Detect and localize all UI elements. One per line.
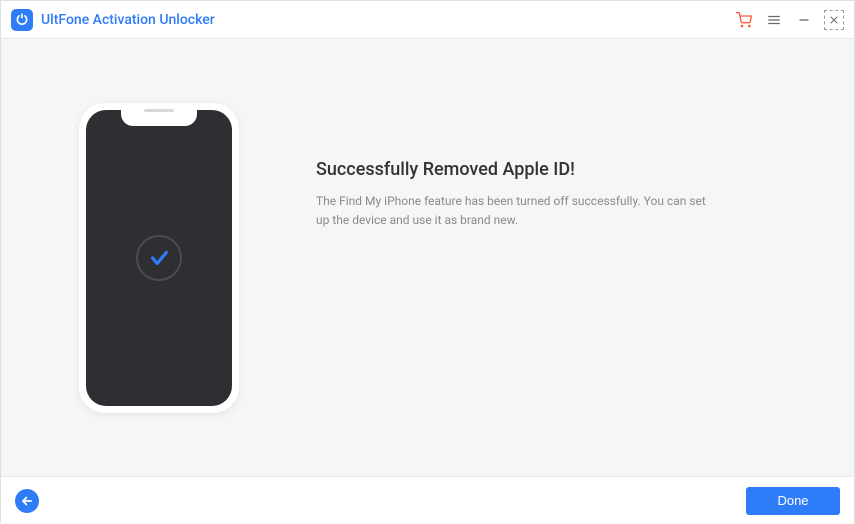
titlebar: UltFone Activation Unlocker — [1, 1, 854, 39]
phone-illustration — [61, 103, 256, 413]
phone-screen — [86, 110, 232, 406]
app-logo-icon — [11, 9, 33, 31]
success-message-block: Successfully Removed Apple ID! The Find … — [256, 159, 794, 230]
arrow-left-icon — [20, 494, 34, 508]
main-content: Successfully Removed Apple ID! The Find … — [1, 39, 854, 476]
footer: Done — [1, 476, 854, 524]
success-description: The Find My iPhone feature has been turn… — [316, 192, 706, 230]
titlebar-controls — [734, 10, 844, 30]
done-button-label: Done — [777, 493, 808, 508]
phone-frame — [79, 103, 239, 413]
menu-icon[interactable] — [764, 10, 784, 30]
minimize-icon[interactable] — [794, 10, 814, 30]
titlebar-left: UltFone Activation Unlocker — [11, 9, 215, 31]
success-heading: Successfully Removed Apple ID! — [316, 159, 794, 180]
success-check-icon — [136, 235, 182, 281]
cart-icon[interactable] — [734, 10, 754, 30]
done-button[interactable]: Done — [746, 487, 840, 515]
phone-notch — [121, 110, 197, 126]
close-icon[interactable] — [824, 10, 844, 30]
phone-speaker-icon — [144, 109, 174, 112]
back-button[interactable] — [15, 489, 39, 513]
app-title: UltFone Activation Unlocker — [41, 12, 215, 28]
